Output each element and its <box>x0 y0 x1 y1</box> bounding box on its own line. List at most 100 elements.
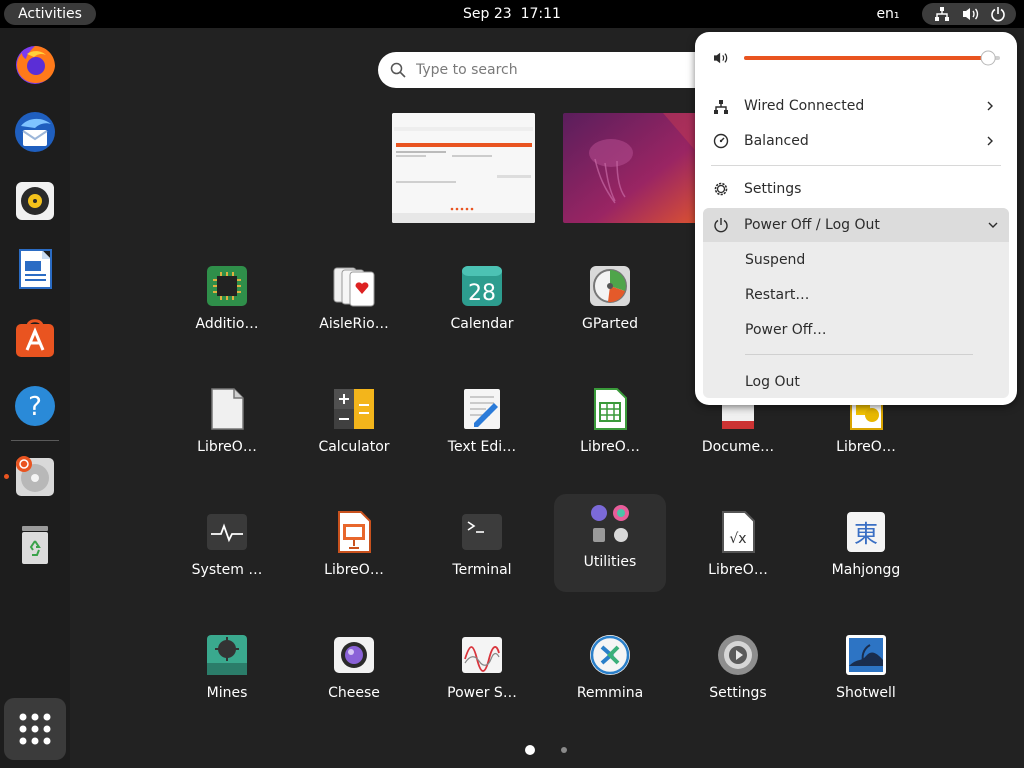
dock-item-firefox[interactable] <box>7 36 63 92</box>
dock-item-trash[interactable] <box>7 516 63 572</box>
power-mode-item[interactable]: Balanced <box>703 124 1009 158</box>
system-indicators[interactable] <box>922 3 1016 25</box>
running-indicator <box>4 474 9 479</box>
power-off-item[interactable]: Power Off… <box>703 313 1009 347</box>
app-label: Settings <box>709 685 767 701</box>
top-bar: Activities Sep 23 17:11 en₁ <box>0 0 1024 28</box>
power-off-logout-header[interactable]: Power Off / Log Out <box>703 208 1009 242</box>
app-label: Mines <box>206 685 248 701</box>
volume-slider[interactable] <box>744 50 1000 66</box>
app-label: Utilities <box>583 554 637 570</box>
workspace-thumbnail-2[interactable] <box>563 113 706 223</box>
software-store-icon <box>16 319 54 357</box>
clock-button[interactable]: Sep 23 17:11 <box>463 6 561 22</box>
dock-item-thunderbird[interactable] <box>7 104 63 160</box>
settings-label: Settings <box>744 181 802 197</box>
suspend-label: Suspend <box>745 252 806 268</box>
wallpaper-thumbnail <box>563 113 706 223</box>
power-header-label: Power Off / Log Out <box>744 217 880 233</box>
power-off-submenu: Power Off / Log Out Suspend Restart… Pow… <box>703 208 1009 398</box>
app-label: LibreO… <box>197 439 257 455</box>
dock-item-rhythmbox[interactable] <box>7 173 63 229</box>
dock-item-libreoffice-writer[interactable] <box>7 241 63 297</box>
mahjongg-icon: 東 <box>847 512 885 552</box>
mines-icon <box>207 635 247 675</box>
calendar-day: 28 <box>468 281 496 306</box>
app-terminal[interactable]: Terminal <box>426 502 538 602</box>
power-mode-icon <box>713 133 729 149</box>
thunderbird-icon <box>15 112 55 152</box>
help-icon: ? <box>15 386 55 426</box>
app-label: Calculator <box>318 439 390 455</box>
app-settings[interactable]: Settings <box>682 625 794 725</box>
installer-icon <box>16 456 54 496</box>
app-libreoffice-calc[interactable]: LibreO… <box>554 379 666 479</box>
app-system-monitor[interactable]: System … <box>171 502 283 602</box>
chevron-right-icon <box>987 101 993 111</box>
folder-utilities-icon <box>591 505 629 542</box>
app-calculator[interactable]: Calculator <box>298 379 410 479</box>
wired-connection-item[interactable]: Wired Connected <box>703 89 1009 123</box>
app-label: System … <box>191 562 263 578</box>
disk-icon <box>590 266 630 306</box>
workspace-thumbnail-1[interactable] <box>392 113 535 223</box>
app-power-statistics[interactable]: Power S… <box>426 625 538 725</box>
suspend-item[interactable]: Suspend <box>703 243 1009 277</box>
system-menu: Wired Connected Balanced Settings Power … <box>695 32 1017 405</box>
show-apps-button[interactable] <box>4 698 66 760</box>
log-out-item[interactable]: Log Out <box>703 365 1009 399</box>
network-icon <box>935 7 949 21</box>
app-label: Additio… <box>195 316 259 332</box>
search-input[interactable] <box>416 52 716 88</box>
app-label: Calendar <box>450 316 514 332</box>
chevron-right-icon <box>987 136 993 146</box>
app-label: GParted <box>582 316 638 332</box>
rhythmbox-icon <box>16 182 54 220</box>
terminal-icon <box>462 514 502 550</box>
settings-item[interactable]: Settings <box>703 172 1009 206</box>
input-source-indicator[interactable]: en₁ <box>868 0 908 28</box>
submenu-separator <box>745 354 973 355</box>
app-libreoffice-impress[interactable]: LibreO… <box>298 502 410 602</box>
restart-item[interactable]: Restart… <box>703 278 1009 312</box>
dock-item-help[interactable]: ? <box>7 378 63 434</box>
app-mines[interactable]: Mines <box>171 625 283 725</box>
log-out-label: Log Out <box>745 374 800 390</box>
volume-icon <box>963 8 979 20</box>
search-bar[interactable] <box>378 52 718 88</box>
dock-item-installer[interactable] <box>7 448 63 504</box>
app-aisleriot[interactable]: AisleRio… <box>298 256 410 356</box>
system-monitor-icon <box>207 514 247 550</box>
volume-handle[interactable] <box>980 50 996 66</box>
app-libreoffice[interactable]: LibreO… <box>171 379 283 479</box>
app-mahjongg[interactable]: 東 Mahjongg <box>810 502 922 602</box>
app-calendar[interactable]: 28 Calendar <box>426 256 538 356</box>
libreoffice-calc-icon <box>594 388 627 430</box>
chip-icon <box>207 266 247 306</box>
app-shotwell[interactable]: Shotwell <box>810 625 922 725</box>
app-additional-drivers[interactable]: Additio… <box>171 256 283 356</box>
power-off-label: Power Off… <box>745 322 827 338</box>
libreoffice-icon <box>211 388 244 430</box>
app-label: Power S… <box>447 685 517 701</box>
app-grid-icon <box>19 713 51 745</box>
trash-icon <box>22 526 48 564</box>
app-cheese[interactable]: Cheese <box>298 625 410 725</box>
app-text-editor[interactable]: Text Edi… <box>426 379 538 479</box>
svg-text:√x: √x <box>729 531 746 547</box>
libreoffice-writer-icon <box>19 249 52 289</box>
app-remmina[interactable]: Remmina <box>554 625 666 725</box>
app-folder-utilities[interactable]: Utilities <box>554 494 666 592</box>
app-gparted[interactable]: GParted <box>554 256 666 356</box>
dock: ? <box>0 28 70 768</box>
app-libreoffice-math[interactable]: √x LibreO… <box>682 502 794 602</box>
app-label: LibreO… <box>324 562 384 578</box>
activities-button[interactable]: Activities <box>4 3 96 25</box>
settings-icon <box>718 635 758 675</box>
page-indicator-2[interactable] <box>561 747 567 753</box>
window-thumbnail <box>392 113 535 223</box>
app-label: AisleRio… <box>319 316 389 332</box>
app-label: Terminal <box>452 562 512 578</box>
page-indicator-1[interactable] <box>525 745 535 755</box>
dock-item-software-store[interactable] <box>7 310 63 366</box>
